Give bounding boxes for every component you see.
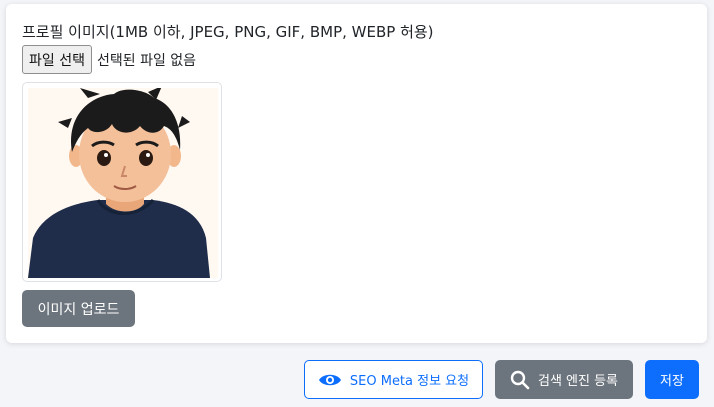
seo-meta-label: SEO Meta 정보 요청	[349, 374, 470, 389]
seo-meta-button[interactable]: SEO Meta 정보 요청	[304, 360, 483, 399]
file-status-text: 선택된 파일 없음	[96, 52, 197, 69]
eye-icon	[318, 372, 342, 388]
search-engine-label: 검색 엔진 등록	[537, 374, 619, 389]
file-input[interactable]: 파일 선택 선택된 파일 없음	[22, 45, 196, 74]
avatar	[28, 88, 218, 278]
search-icon	[510, 370, 530, 390]
save-button[interactable]: 저장	[645, 360, 699, 399]
profile-image-preview	[22, 82, 222, 282]
choose-file-button[interactable]: 파일 선택	[22, 45, 92, 74]
profile-image-label: 프로필 이미지(1MB 이하, JPEG, PNG, GIF, BMP, WEB…	[22, 23, 434, 41]
search-engine-register-button[interactable]: 검색 엔진 등록	[495, 360, 633, 399]
upload-image-button[interactable]: 이미지 업로드	[22, 290, 135, 327]
